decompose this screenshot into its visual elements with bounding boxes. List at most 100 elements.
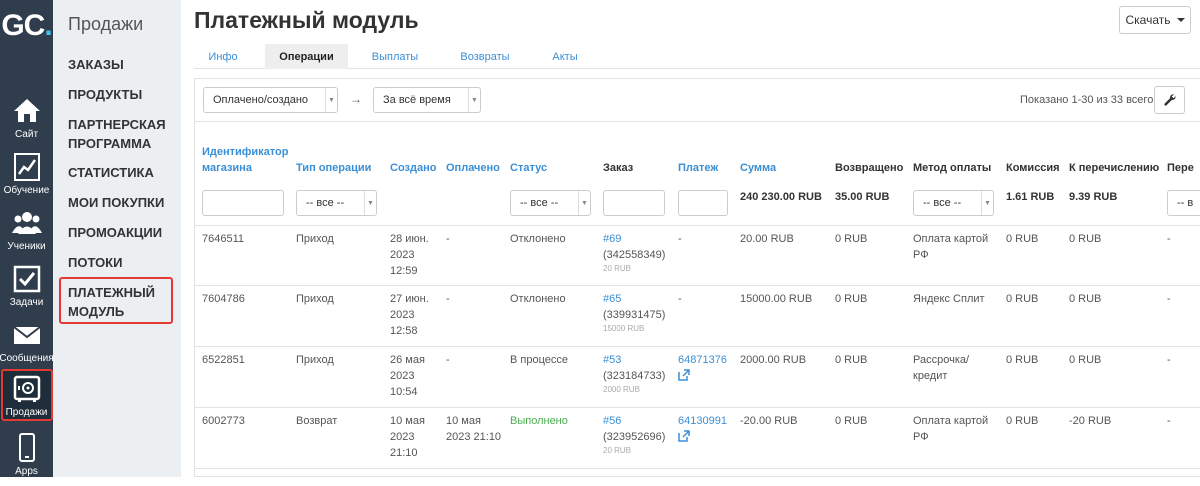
rail-item-label: Сайт [14, 129, 39, 140]
rail-item-learning[interactable]: Обучение [0, 149, 53, 205]
date-type-select[interactable]: Оплачено/создано ▼ [203, 87, 338, 113]
cell-order: #69 (342558349) 20 RUB [603, 231, 665, 274]
row-divider [195, 285, 1200, 286]
tab-operations[interactable]: Операции [265, 44, 348, 69]
cell-order: #53 (323184733) 2000 RUB [603, 352, 665, 395]
cell-op-type: Приход [296, 354, 334, 366]
arrow-right-icon: → [350, 92, 362, 106]
col-header-transfer: К перечислению [1069, 162, 1160, 174]
house-icon [13, 99, 40, 122]
row-divider [195, 407, 1200, 408]
col-header-commission: Комиссия [1006, 162, 1060, 174]
period-value: За всё время [383, 94, 451, 106]
total-commission: 1.61 RUB [1006, 191, 1055, 203]
sidebar-item-purchases[interactable]: МОИ ПОКУПКИ [68, 193, 176, 212]
payment-link[interactable]: 64130991 [678, 413, 727, 429]
sidebar-item-stats[interactable]: СТАТИСТИКА [68, 163, 176, 182]
order-link[interactable]: #65 [603, 291, 665, 307]
payment-link[interactable]: 64871376 [678, 352, 727, 368]
order-link[interactable]: #56 [603, 413, 665, 429]
rail-item-messages[interactable]: Сообщения [0, 317, 54, 373]
tab-info[interactable]: Инфо [194, 44, 252, 69]
tabs: Инфо Операции Выплаты Возвраты Акты [194, 44, 1200, 69]
store-id-filter-input[interactable] [202, 190, 284, 216]
cell-transfer: 0 RUB [1069, 354, 1102, 366]
rail-item-site[interactable]: Сайт [0, 93, 53, 149]
order-sum: 2000 RUB [603, 385, 640, 394]
dropdown-arrow-icon: ▼ [364, 191, 376, 215]
col-header-sum[interactable]: Сумма [740, 160, 776, 176]
cell-transfer: 0 RUB [1069, 293, 1102, 305]
settings-button[interactable] [1154, 86, 1185, 114]
sidebar-title: Продажи [68, 14, 144, 34]
cell-transfer: -20 RUB [1069, 415, 1112, 427]
order-filter-input[interactable] [603, 190, 665, 216]
rail-item-students[interactable]: Ученики [0, 205, 53, 261]
rail-item-apps[interactable]: Apps [0, 430, 53, 486]
col-header-order: Заказ [603, 162, 634, 174]
cell-method: Рассрочка/ кредит [913, 354, 970, 382]
col-header-paid[interactable]: Оплачено [446, 160, 500, 176]
cell-created: 28 июн. 2023 12:59 [390, 233, 429, 277]
tab-payouts[interactable]: Выплаты [362, 44, 428, 69]
cell-payment: 64130991 [678, 413, 727, 442]
cell-store-id: 6002773 [202, 415, 245, 427]
app-logo[interactable]: GC. [0, 0, 53, 52]
dropdown-arrow-icon: ▼ [981, 191, 993, 215]
download-button[interactable]: Скачать [1119, 6, 1191, 34]
external-link-icon[interactable] [678, 430, 690, 442]
filter-bar: Оплачено/создано ▼ → За всё время ▼ Пока… [195, 79, 1200, 122]
col-header-created[interactable]: Создано [390, 160, 436, 176]
col-header-payment[interactable]: Платеж [678, 160, 718, 176]
sales-sidebar: Продажи ЗАКАЗЫ ПРОДУКТЫ ПАРТНЕРСКАЯ ПРОГ… [53, 0, 181, 477]
cell-payment: 64871376 [678, 352, 727, 381]
cell-sum: 20.00 RUB [740, 233, 794, 245]
payment-filter-input[interactable] [678, 190, 728, 216]
cell-next: - [1167, 233, 1171, 245]
tab-refunds[interactable]: Возвраты [452, 44, 518, 69]
dropdown-arrow-icon: ▼ [325, 88, 337, 112]
rail-item-tasks[interactable]: Задачи [0, 261, 53, 317]
sidebar-item-products[interactable]: ПРОДУКТЫ [68, 85, 176, 104]
order-link[interactable]: #53 [603, 352, 665, 368]
col-header-status[interactable]: Статус [510, 160, 547, 176]
download-label: Скачать [1125, 13, 1171, 27]
external-link-icon[interactable] [678, 369, 690, 381]
total-refunded: 35.00 RUB [835, 191, 890, 203]
method-filter-select[interactable]: -- все -- ▼ [913, 190, 994, 216]
cell-refunded: 0 RUB [835, 233, 868, 245]
col-header-op-type[interactable]: Тип операции [296, 160, 371, 176]
cell-method: Яндекс Сплит [913, 293, 985, 305]
cell-commission: 0 RUB [1006, 293, 1039, 305]
cell-paid: 10 мая 2023 21:10 [446, 415, 502, 443]
sidebar-item-streams[interactable]: ПОТОКИ [68, 253, 176, 272]
cell-status: Выполнено [510, 415, 568, 427]
cell-created: 27 июн. 2023 12:58 [390, 293, 429, 337]
next-filter-select[interactable]: -- в [1167, 190, 1200, 216]
order-id: (323952696) [603, 431, 666, 443]
cell-op-type: Приход [296, 293, 334, 305]
order-link[interactable]: #69 [603, 231, 665, 247]
next-filter-value: -- в [1177, 197, 1194, 209]
tab-acts[interactable]: Акты [542, 44, 588, 69]
selection-highlight [1, 369, 53, 421]
cell-store-id: 7604786 [202, 293, 245, 305]
sidebar-item-orders[interactable]: ЗАКАЗЫ [68, 55, 176, 74]
sidebar-item-promo[interactable]: ПРОМОАКЦИИ [68, 223, 176, 242]
rail-item-label: Сообщения [0, 353, 54, 364]
col-header-store-id[interactable]: Идентификатор магазина [202, 144, 292, 176]
status-filter-select[interactable]: -- все -- ▼ [510, 190, 591, 216]
period-select[interactable]: За всё время ▼ [373, 87, 481, 113]
cell-commission: 0 RUB [1006, 354, 1039, 366]
date-type-value: Оплачено/создано [213, 94, 309, 106]
app-rail: GC. Сайт Обучение Ученики Задачи Сообщен… [0, 0, 54, 477]
cell-status: Отклонено [510, 233, 566, 245]
rail-item-label: Apps [15, 466, 38, 477]
op-type-filter-select[interactable]: -- все -- ▼ [296, 190, 377, 216]
operations-panel: Оплачено/создано ▼ → За всё время ▼ Пока… [194, 78, 1200, 477]
order-id: (339931475) [603, 309, 666, 321]
cell-paid: - [446, 233, 450, 245]
cell-created: 10 мая 2023 21:10 [390, 415, 425, 459]
sidebar-item-partner[interactable]: ПАРТНЕРСКАЯ ПРОГРАММА [68, 115, 176, 153]
rail-item-label: Ученики [7, 241, 46, 252]
